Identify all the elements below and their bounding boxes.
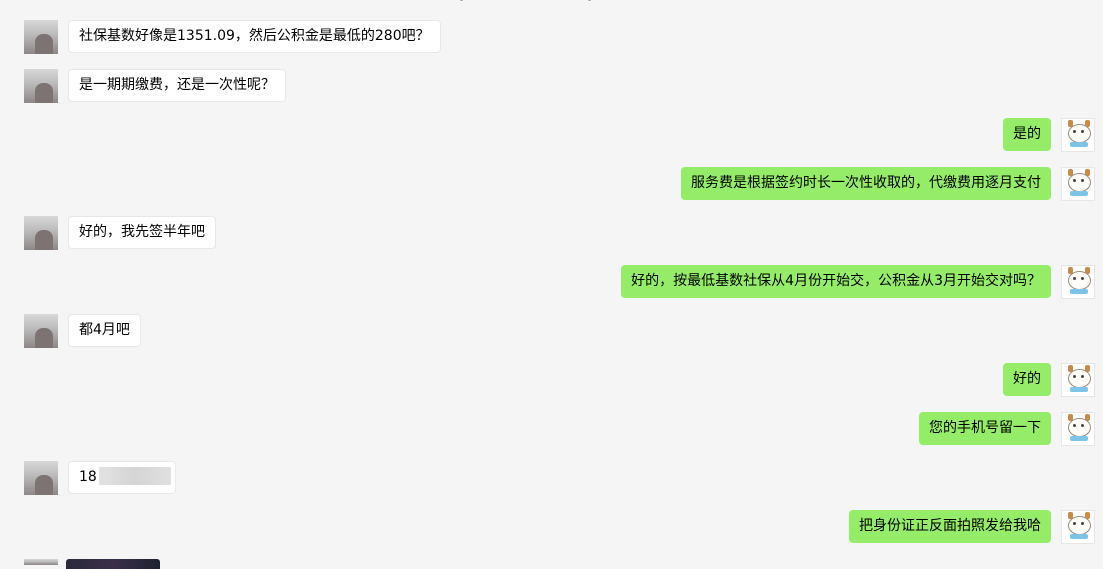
cartoon-avatar-icon[interactable] bbox=[1061, 265, 1095, 299]
cartoon-avatar-icon[interactable] bbox=[1061, 118, 1095, 152]
contact-avatar-icon[interactable] bbox=[24, 559, 58, 565]
message-row: 把身份证正反面拍照发给我哈 bbox=[0, 510, 1103, 546]
outgoing-message-bubble[interactable]: 服务费是根据签约时长一次性收取的，代缴费用逐月支付 bbox=[681, 167, 1051, 200]
message-row: 都4月吧 bbox=[0, 314, 1103, 350]
message-row: 社保基数好像是1351.09，然后公积金是最低的280吧？ bbox=[0, 20, 1103, 56]
contact-avatar-icon[interactable] bbox=[24, 69, 58, 103]
message-row: 您的手机号留一下 bbox=[0, 412, 1103, 448]
message-row: 好的 bbox=[0, 363, 1103, 399]
incoming-message-bubble[interactable]: 都4月吧 bbox=[68, 314, 141, 347]
message-row: 是一期期缴费，还是一次性呢？ bbox=[0, 69, 1103, 105]
outgoing-message-bubble[interactable]: 好的，按最低基数社保从4月份开始交，公积金从3月开始交对吗？ bbox=[621, 265, 1051, 298]
contact-avatar-icon[interactable] bbox=[24, 20, 58, 54]
incoming-message-bubble[interactable]: 是一期期缴费，还是一次性呢？ bbox=[68, 69, 286, 102]
phone-number-prefix: 18 bbox=[79, 469, 97, 485]
image-message-thumbnail[interactable] bbox=[66, 559, 160, 569]
top-edge-artifact bbox=[460, 0, 591, 2]
outgoing-message-bubble[interactable]: 您的手机号留一下 bbox=[919, 412, 1051, 445]
message-row: 服务费是根据签约时长一次性收取的，代缴费用逐月支付 bbox=[0, 167, 1103, 203]
message-row: 18 bbox=[0, 461, 1103, 497]
contact-avatar-icon[interactable] bbox=[24, 314, 58, 348]
cartoon-avatar-icon[interactable] bbox=[1061, 363, 1095, 397]
message-row: 好的，按最低基数社保从4月份开始交，公积金从3月开始交对吗？ bbox=[0, 265, 1103, 301]
cartoon-avatar-icon[interactable] bbox=[1061, 510, 1095, 544]
outgoing-message-bubble[interactable]: 好的 bbox=[1003, 363, 1051, 396]
outgoing-message-bubble[interactable]: 把身份证正反面拍照发给我哈 bbox=[849, 510, 1051, 543]
contact-avatar-icon[interactable] bbox=[24, 461, 58, 495]
message-row: 是的 bbox=[0, 118, 1103, 154]
cartoon-avatar-icon[interactable] bbox=[1061, 412, 1095, 446]
incoming-message-bubble[interactable]: 18 bbox=[68, 461, 176, 494]
incoming-message-bubble[interactable]: 好的，我先签半年吧 bbox=[68, 216, 216, 249]
outgoing-message-bubble[interactable]: 是的 bbox=[1003, 118, 1051, 151]
incoming-message-bubble[interactable]: 社保基数好像是1351.09，然后公积金是最低的280吧？ bbox=[68, 20, 441, 53]
message-row: 好的，我先签半年吧 bbox=[0, 216, 1103, 252]
redaction-mask bbox=[98, 467, 171, 485]
contact-avatar-icon[interactable] bbox=[24, 216, 58, 250]
cartoon-avatar-icon[interactable] bbox=[1061, 167, 1095, 201]
